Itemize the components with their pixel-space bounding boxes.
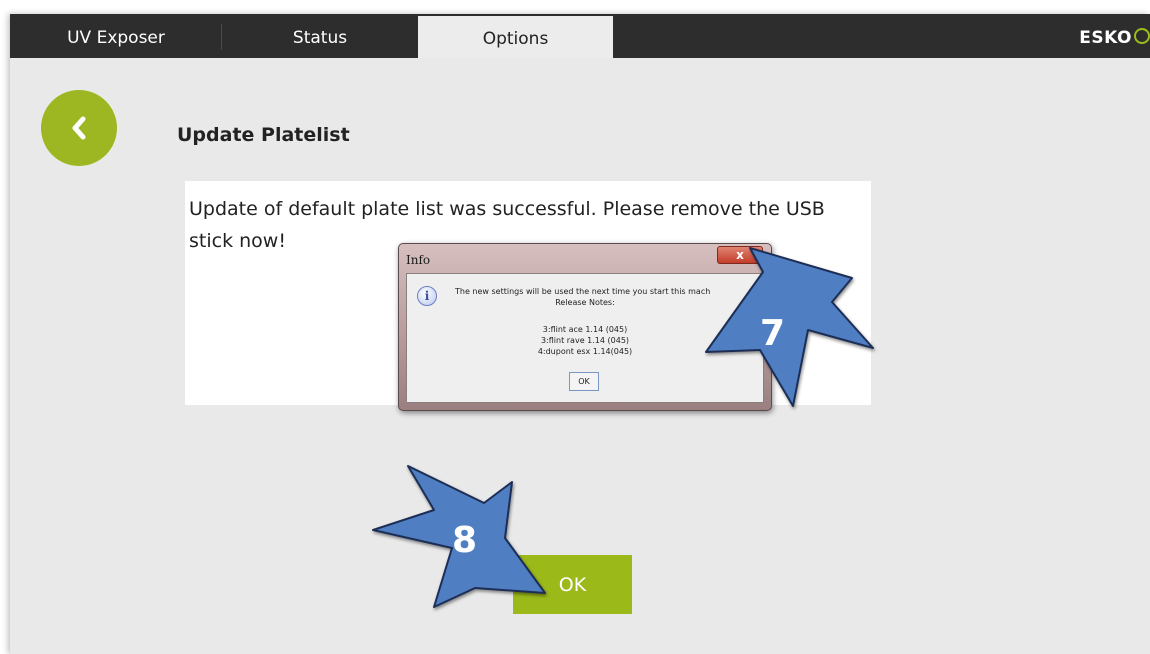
callout-number-7: 7: [760, 313, 785, 354]
callout-arrow-8: 8: [372, 465, 546, 608]
callout-overlay: 7 8: [372, 247, 874, 608]
callout-arrow-7: 7: [705, 247, 874, 407]
callout-number-8: 8: [452, 520, 477, 561]
